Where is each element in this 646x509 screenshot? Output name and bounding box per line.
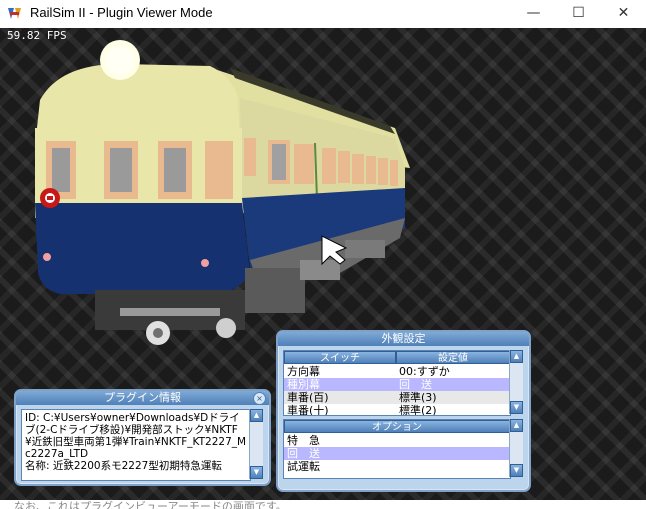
window-title: RailSim II - Plugin Viewer Mode xyxy=(30,5,213,20)
title-bar: RailSim II - Plugin Viewer Mode — ☐ ✕ xyxy=(0,0,646,29)
option-label: 回 送 xyxy=(287,447,320,460)
option-list[interactable]: オプション 特 急 回 送 試運転 xyxy=(283,419,511,479)
switch-name: 車番(百) xyxy=(287,391,329,404)
switch-row-selected[interactable]: 種別幕 回 送 xyxy=(284,378,510,391)
plugin-name-text: 名称: 近鉄2200系モ2227型初期特急運転 xyxy=(25,460,222,472)
switch-value: 00:すずか xyxy=(399,365,450,378)
plugin-info-textbox[interactable]: ID: C:¥Users¥owner¥Downloads¥Dドライブ(2-Cドラ… xyxy=(21,409,251,481)
switch-name: 方向幕 xyxy=(287,365,320,378)
switch-value: 標準(3) xyxy=(399,391,437,404)
switch-list-scrollbar[interactable]: ▲ ▼ xyxy=(509,350,523,414)
close-icon[interactable]: × xyxy=(253,392,266,405)
scroll-down-icon[interactable]: ▼ xyxy=(250,466,263,479)
switch-value: 回 送 xyxy=(399,378,432,391)
scroll-up-icon[interactable]: ▲ xyxy=(510,419,523,432)
scroll-up-icon[interactable]: ▲ xyxy=(250,409,263,422)
fps-counter: 59.82 FPS xyxy=(7,29,67,42)
switch-row[interactable]: 車番(十) 標準(2) xyxy=(284,404,510,416)
value-column-header[interactable]: 設定値 xyxy=(396,351,510,364)
maximize-button[interactable]: ☐ xyxy=(556,0,601,28)
switch-name: 車番(十) xyxy=(287,404,329,416)
appearance-panel-title: 外観設定 xyxy=(278,332,529,346)
option-label: 試運転 xyxy=(287,460,320,473)
switch-name: 種別幕 xyxy=(287,378,320,391)
plugin-info-panel[interactable]: プラグイン情報 × ID: C:¥Users¥owner¥Downloads¥D… xyxy=(14,389,271,486)
bottom-text-strip: なお、これはプラグインビューアーモードの画面です。 xyxy=(0,500,646,509)
scroll-down-icon[interactable]: ▼ xyxy=(510,464,523,477)
option-item[interactable]: 試運転 xyxy=(284,460,510,473)
option-item[interactable]: 特 急 xyxy=(284,434,510,447)
railsim-app-icon xyxy=(7,6,22,21)
switch-value: 標準(2) xyxy=(399,404,437,416)
close-button[interactable]: ✕ xyxy=(601,0,646,28)
option-item-selected[interactable]: 回 送 xyxy=(284,447,510,460)
plugin-info-scrollbar[interactable]: ▲ ▼ xyxy=(249,409,263,479)
switch-column-header[interactable]: スイッチ xyxy=(284,351,396,364)
option-label: 特 急 xyxy=(287,434,320,447)
scroll-down-icon[interactable]: ▼ xyxy=(510,401,523,414)
scroll-up-icon[interactable]: ▲ xyxy=(510,350,523,363)
switch-row[interactable]: 車番(百) 標準(3) xyxy=(284,391,510,404)
option-list-scrollbar[interactable]: ▲ ▼ xyxy=(509,419,523,477)
bottom-text: なお、これはプラグインビューアーモードの画面です。 xyxy=(14,500,287,509)
train-front-navy xyxy=(35,203,250,294)
minimize-button[interactable]: — xyxy=(511,0,556,28)
plugin-id-text: ID: C:¥Users¥owner¥Downloads¥Dドライブ(2-Cドラ… xyxy=(25,412,247,460)
appearance-settings-panel[interactable]: 外観設定 スイッチ 設定値 方向幕 00:すずか 種別幕 回 送 車番(百) 標… xyxy=(276,330,531,492)
switch-row[interactable]: 方向幕 00:すずか xyxy=(284,365,510,378)
switch-list[interactable]: スイッチ 設定値 方向幕 00:すずか 種別幕 回 送 車番(百) 標準(3) … xyxy=(283,350,511,416)
options-header: オプション xyxy=(284,420,510,433)
plugin-panel-title: プラグイン情報 xyxy=(16,391,269,405)
